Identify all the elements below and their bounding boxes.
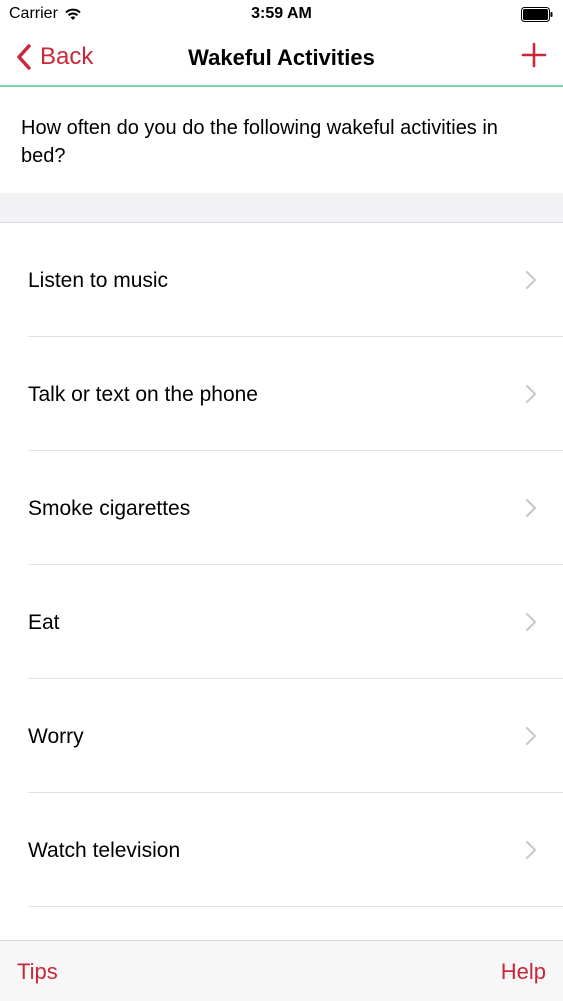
list-item-smoke-cigarettes[interactable]: Smoke cigarettes <box>0 451 563 565</box>
page-title: Wakeful Activities <box>188 45 375 70</box>
list-item-label: Eat <box>28 611 60 634</box>
help-button[interactable]: Help <box>501 959 546 985</box>
bottom-toolbar: Tips Help <box>0 940 563 1001</box>
list-item-listen-to-music[interactable]: Listen to music <box>0 223 563 337</box>
list-item-talk-or-text[interactable]: Talk or text on the phone <box>0 337 563 451</box>
navigation-bar: Back Wakeful Activities <box>0 30 563 87</box>
tips-button[interactable]: Tips <box>17 959 58 985</box>
chevron-right-icon <box>526 499 536 517</box>
list-item-label: Talk or text on the phone <box>28 383 258 406</box>
activity-list: Listen to music Talk or text on the phon… <box>0 223 563 907</box>
question-header: How often do you do the following wakefu… <box>0 87 563 193</box>
battery-icon <box>521 7 553 22</box>
plus-icon[interactable] <box>521 42 547 68</box>
list-item-label: Listen to music <box>28 269 169 292</box>
list-item-label: Worry <box>28 725 84 748</box>
list-item-worry[interactable]: Worry <box>0 679 563 793</box>
list-item-eat[interactable]: Eat <box>0 565 563 679</box>
chevron-right-icon <box>526 727 536 745</box>
list-item-label: Smoke cigarettes <box>28 497 191 520</box>
chevron-right-icon <box>526 613 536 631</box>
question-text: How often do you do the following wakefu… <box>21 117 498 167</box>
list-item-label: Watch television <box>28 839 181 862</box>
status-time: 3:59 AM <box>251 5 312 22</box>
chevron-right-icon <box>526 841 536 859</box>
chevron-right-icon <box>526 385 536 403</box>
status-bar: Carrier 3:59 AM <box>0 0 563 30</box>
chevron-right-icon <box>526 271 536 289</box>
row-separator <box>28 906 563 907</box>
list-item-watch-television[interactable]: Watch television <box>0 793 563 907</box>
section-divider <box>0 193 563 223</box>
